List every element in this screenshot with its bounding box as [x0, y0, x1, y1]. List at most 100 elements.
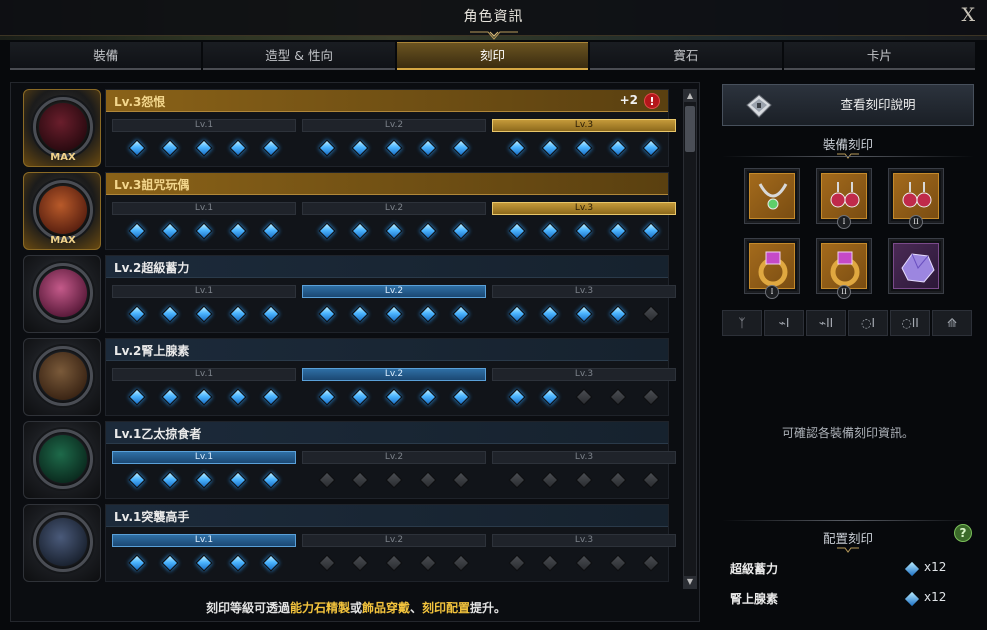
engraving-name: Lv.2腎上腺素	[114, 344, 190, 358]
level-bar: Lv.2	[302, 451, 486, 464]
equipment-frame	[749, 243, 795, 289]
engraving-node-icon	[609, 388, 627, 406]
engraving-row[interactable]: Lv.2超級蓄力 Lv.1 Lv.2 Lv.3	[23, 255, 676, 333]
engraving-node-icon	[508, 471, 526, 489]
engraving-icon[interactable]: MAX	[23, 89, 101, 167]
filter-earring-1-icon[interactable]: ⌁I	[764, 310, 804, 336]
filter-necklace-icon[interactable]: ᛉ	[722, 310, 762, 336]
engraving-node-icon	[508, 139, 526, 157]
view-engraving-description-button[interactable]: 查看刻印說明	[722, 84, 974, 126]
equipment-slot[interactable]	[888, 238, 944, 294]
node-group	[112, 553, 296, 573]
node-group	[492, 221, 676, 241]
engraving-list-panel: MAX Lv.3怨恨 +2! Lv.1 Lv.2 Lv.3 MAX Lv.3詛咒玩偶 Lv.1 L…	[10, 82, 700, 622]
engraving-node-icon	[575, 388, 593, 406]
engraving-node-icon	[609, 471, 627, 489]
node-group	[302, 470, 486, 490]
level-bar: Lv.2	[302, 285, 486, 298]
view-button-label: 查看刻印說明	[840, 97, 916, 112]
engraving-node-icon	[642, 471, 660, 489]
engraving-header: Lv.2超級蓄力	[106, 256, 668, 278]
tab-2[interactable]: 造型 & 性向	[203, 42, 395, 70]
engraving-node-icon	[419, 471, 437, 489]
equipment-slot[interactable]: II	[816, 238, 872, 299]
engraving-node-icon	[385, 305, 403, 323]
tab-3[interactable]: 刻印	[396, 42, 589, 70]
engraving-node-icon	[452, 222, 470, 240]
engraving-icon[interactable]	[23, 504, 101, 582]
level-bar: Lv.3	[492, 202, 676, 215]
engraving-body: Lv.2超級蓄力 Lv.1 Lv.2 Lv.3	[105, 255, 676, 333]
filter-stone-icon[interactable]: ⟰	[932, 310, 972, 336]
engraving-row[interactable]: Lv.1乙太掠食者 Lv.1 Lv.2 Lv.3	[23, 421, 676, 499]
engraving-body: Lv.3詛咒玩偶 Lv.1 Lv.2 Lv.3	[105, 172, 676, 250]
engraving-node-icon	[351, 554, 369, 572]
scroll-thumb[interactable]	[685, 106, 695, 152]
equipment-slot[interactable]: I	[816, 168, 872, 229]
engraving-row[interactable]: MAX Lv.3詛咒玩偶 Lv.1 Lv.2 Lv.3	[23, 172, 676, 250]
max-label: MAX	[50, 235, 76, 246]
tab-5[interactable]: 卡片	[783, 42, 976, 70]
filter-earring-2-icon[interactable]: ⌁II	[806, 310, 846, 336]
engraving-node-icon	[318, 471, 336, 489]
engraving-node-icon	[351, 139, 369, 157]
node-group	[302, 304, 486, 324]
engraving-icon[interactable]	[23, 255, 101, 333]
engraving-node-icon	[195, 139, 213, 157]
engraving-node-icon	[452, 305, 470, 323]
engraving-emblem-icon	[39, 269, 87, 317]
node-group	[112, 470, 296, 490]
config-engraving-name: 超級蓄力	[730, 562, 779, 576]
engraving-node-icon	[385, 139, 403, 157]
engraving-node-icon	[508, 388, 526, 406]
engraving-node-icon	[195, 222, 213, 240]
engraving-emblem-icon	[39, 103, 87, 151]
engraving-node-icon	[419, 388, 437, 406]
engraving-row[interactable]: MAX Lv.3怨恨 +2! Lv.1 Lv.2 Lv.3	[23, 89, 676, 167]
engraving-body: Lv.1乙太掠食者 Lv.1 Lv.2 Lv.3	[105, 421, 676, 499]
filter-ring-2-icon[interactable]: ◌II	[890, 310, 930, 336]
scroll-up-arrow[interactable]: ▲	[684, 90, 696, 102]
level-bar: Lv.3	[492, 534, 676, 547]
close-button[interactable]: X	[961, 4, 975, 26]
config-engraving-count: x12	[924, 560, 947, 574]
engraving-node-icon	[351, 222, 369, 240]
engraving-node-icon	[262, 305, 280, 323]
engraving-icon[interactable]	[23, 421, 101, 499]
filter-ring-1-icon[interactable]: ◌I	[848, 310, 888, 336]
help-icon[interactable]: ?	[954, 524, 972, 542]
engraving-node-icon	[351, 471, 369, 489]
engraving-row[interactable]: Lv.1突襲高手 Lv.1 Lv.2 Lv.3	[23, 504, 676, 582]
tab-1[interactable]: 裝備	[10, 42, 202, 70]
engraving-node-icon	[385, 388, 403, 406]
config-engraving-heading: 配置刻印	[822, 531, 873, 546]
engraving-icon[interactable]	[23, 338, 101, 416]
engraving-icon[interactable]: MAX	[23, 172, 101, 250]
engraving-body: Lv.3怨恨 +2! Lv.1 Lv.2 Lv.3	[105, 89, 676, 167]
engraving-node-icon	[351, 305, 369, 323]
config-engraving-count: x12	[924, 590, 947, 604]
engraving-emblem-icon	[39, 186, 87, 234]
engraving-node-icon	[508, 554, 526, 572]
ring-icon	[830, 251, 860, 287]
engraving-node-icon	[508, 305, 526, 323]
warning-icon[interactable]: !	[644, 93, 660, 109]
engraving-node-icon	[161, 305, 179, 323]
scrollbar[interactable]: ▲ ▼	[683, 89, 697, 589]
tab-4[interactable]: 寶石	[590, 42, 782, 70]
slot-filter-row: ᛉ ⌁I ⌁II ◌I ◌II ⟰	[722, 310, 974, 336]
engraving-node-icon	[318, 222, 336, 240]
engraving-body: Lv.2腎上腺素 Lv.1 Lv.2 Lv.3	[105, 338, 676, 416]
engraving-node-icon	[452, 554, 470, 572]
engraving-node-icon	[318, 305, 336, 323]
equipment-frame	[821, 173, 867, 219]
equipment-slot[interactable]: I	[744, 238, 800, 299]
engraving-row[interactable]: Lv.2腎上腺素 Lv.1 Lv.2 Lv.3	[23, 338, 676, 416]
equipment-slot[interactable]: II	[888, 168, 944, 229]
equipment-slot[interactable]	[744, 168, 800, 224]
scroll-down-arrow[interactable]: ▼	[684, 576, 696, 588]
level-bar: Lv.1	[112, 451, 296, 464]
node-group	[302, 138, 486, 158]
engraving-node-icon	[351, 388, 369, 406]
engraving-node-icon	[452, 139, 470, 157]
